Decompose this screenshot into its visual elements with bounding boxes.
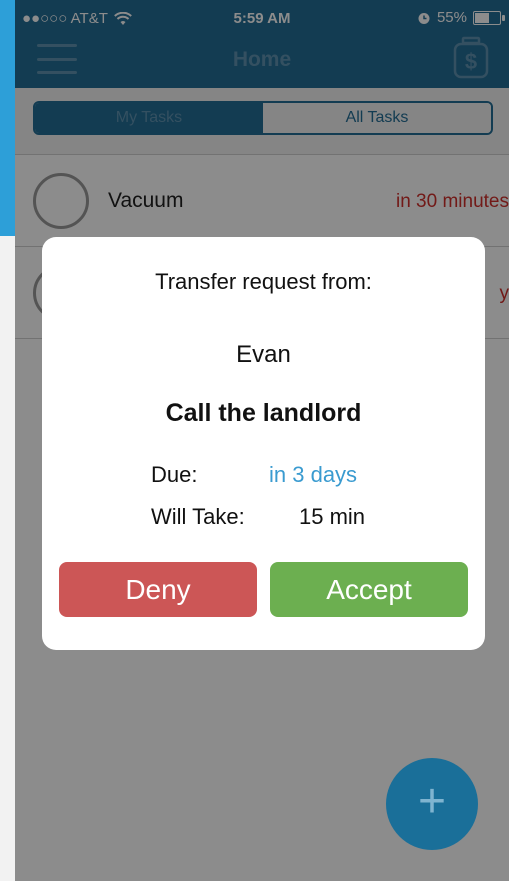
requester-name: Evan	[236, 341, 291, 368]
add-task-button[interactable]: +	[386, 758, 478, 850]
duration-value: 15 min	[299, 504, 366, 529]
app-edge-strip	[0, 0, 15, 236]
plus-icon: +	[417, 775, 447, 828]
app-edge-shadow	[0, 236, 15, 881]
dialog-heading: Transfer request from:	[155, 269, 372, 294]
task-name: Call the landlord	[165, 399, 362, 427]
transfer-request-dialog: Transfer request from: Evan Call the lan…	[42, 237, 485, 650]
duration-label: Will Take:	[151, 504, 245, 529]
due-label: Due:	[151, 462, 198, 487]
due-value: in 3 days	[269, 462, 358, 487]
accept-button[interactable]: Accept	[270, 562, 468, 617]
deny-button[interactable]: Deny	[59, 562, 257, 617]
